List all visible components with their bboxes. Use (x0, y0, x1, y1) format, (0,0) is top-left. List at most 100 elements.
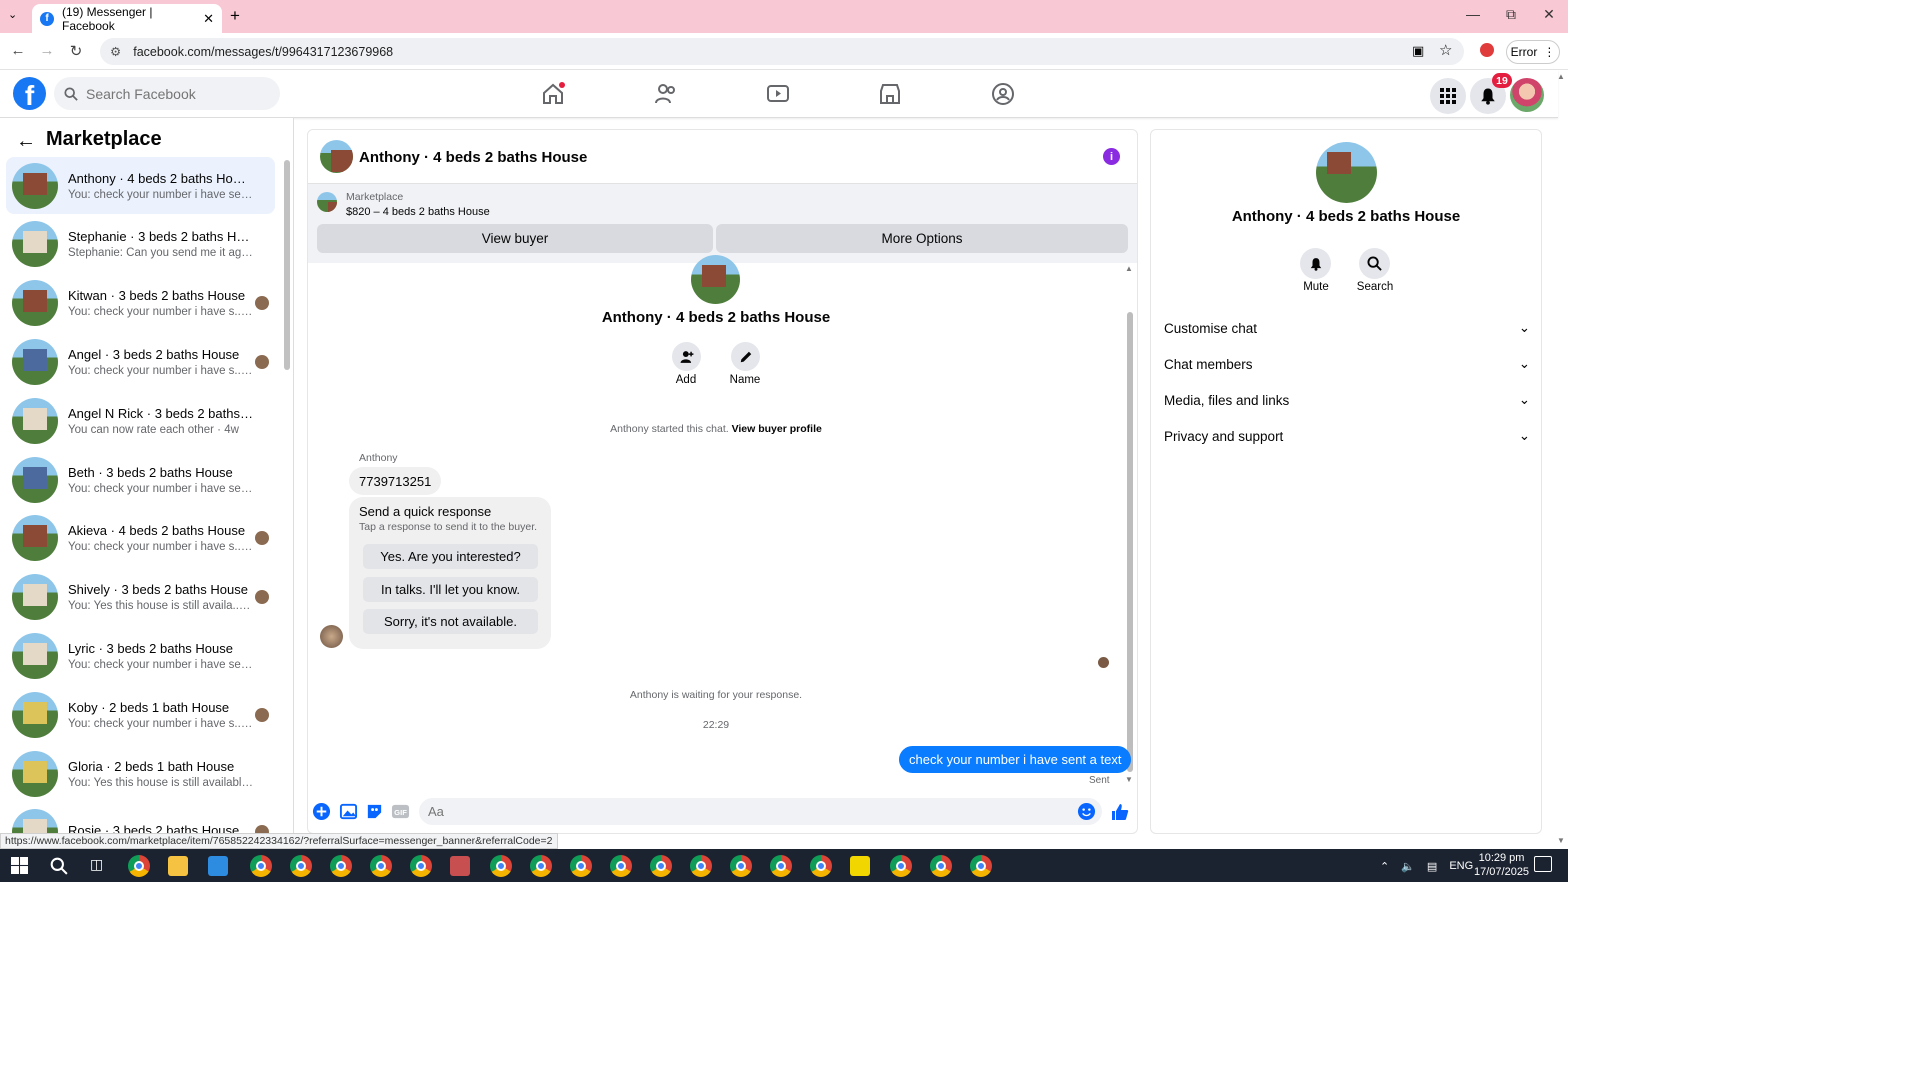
chrome-taskbar-icon[interactable] (370, 855, 392, 877)
chat-avatar[interactable] (320, 140, 353, 173)
message-input[interactable] (428, 804, 1068, 819)
page-scroll-down-icon[interactable]: ▼ (1557, 836, 1565, 845)
chrome-taskbar-icon[interactable] (610, 855, 632, 877)
search-input[interactable] (86, 85, 256, 102)
notification-center-icon[interactable] (1534, 856, 1552, 872)
calculator-icon[interactable] (208, 856, 228, 876)
maximize-window-icon[interactable]: ⧉ (1496, 6, 1526, 23)
tray-chevron-icon[interactable]: ⌃ (1380, 860, 1389, 873)
error-button[interactable]: Error ⋮ (1506, 40, 1560, 64)
bookmark-star-icon[interactable]: ☆ (1439, 41, 1452, 59)
tab-list-chevron-icon[interactable]: ⌄ (8, 8, 17, 21)
minimize-window-icon[interactable]: — (1458, 6, 1488, 22)
chrome-taskbar-icon[interactable] (970, 855, 992, 877)
sender-avatar[interactable] (320, 625, 343, 648)
page-scroll-up-icon[interactable]: ▲ (1557, 72, 1565, 81)
chrome-taskbar-icon[interactable] (128, 855, 150, 877)
emoji-icon[interactable] (1077, 802, 1096, 821)
speaker-icon[interactable]: 🔈 (1401, 860, 1415, 873)
quick-response-button[interactable]: Sorry, it's not available. (363, 609, 538, 634)
view-buyer-profile-link[interactable]: View buyer profile (732, 423, 822, 435)
incoming-message-bubble[interactable]: 7739713251 (349, 467, 442, 495)
windows-start-icon[interactable] (11, 857, 28, 874)
conversation-item[interactable]: Gloria · 2 beds 1 bath House You: Yes thi… (6, 745, 275, 802)
back-icon[interactable]: ← (8, 42, 28, 59)
close-window-icon[interactable]: ✕ (1534, 6, 1564, 23)
profile-icon[interactable] (1480, 43, 1494, 57)
facebook-logo-icon[interactable]: f (13, 77, 46, 110)
site-info-icon[interactable]: ⚙ (110, 44, 121, 59)
reload-icon[interactable]: ↻ (66, 42, 86, 60)
listing-thumbnail[interactable] (317, 192, 337, 212)
taskbar-search-icon[interactable] (50, 857, 68, 875)
gif-icon[interactable]: GIF (391, 802, 410, 821)
chrome-taskbar-icon[interactable] (330, 855, 352, 877)
app-icon[interactable] (450, 856, 470, 876)
scroll-down-icon[interactable]: ▼ (1125, 775, 1133, 784)
chrome-taskbar-icon[interactable] (890, 855, 912, 877)
chrome-taskbar-icon[interactable] (770, 855, 792, 877)
like-thumbs-up-icon[interactable] (1110, 802, 1130, 822)
chat-members-section[interactable]: Chat members ⌄ (1164, 356, 1530, 372)
conversation-item[interactable]: Anthony · 4 beds 2 baths House You: check… (6, 157, 275, 214)
conversation-item[interactable]: Koby · 2 beds 1 bath House You: check you… (6, 686, 275, 743)
quick-response-button[interactable]: Yes. Are you interested? (363, 544, 538, 569)
close-tab-icon[interactable]: ✕ (203, 11, 214, 27)
browser-tab-messenger[interactable]: f (19) Messenger | Facebook ✕ (32, 4, 222, 33)
view-buyer-button[interactable]: View buyer (317, 224, 713, 253)
mute-button[interactable] (1300, 248, 1331, 279)
more-options-button[interactable]: More Options (716, 224, 1128, 253)
menu-grid-button[interactable] (1430, 78, 1466, 114)
add-person-button[interactable] (672, 342, 701, 371)
conversation-item[interactable]: Akieva · 4 beds 2 baths House You: check … (6, 510, 275, 567)
chrome-taskbar-icon[interactable] (570, 855, 592, 877)
conversation-item[interactable]: Kitwan · 3 beds 2 baths House You: check … (6, 275, 275, 332)
quick-response-button[interactable]: In talks. I'll let you know. (363, 577, 538, 602)
chrome-taskbar-icon[interactable] (690, 855, 712, 877)
scroll-up-icon[interactable]: ▲ (1125, 264, 1133, 273)
chrome-taskbar-icon[interactable] (810, 855, 832, 877)
back-arrow-icon[interactable]: ← (16, 130, 36, 153)
sticker-icon[interactable] (365, 802, 384, 821)
profile-avatar[interactable] (691, 255, 740, 304)
customise-chat-section[interactable]: Customise chat ⌄ (1164, 320, 1530, 336)
groups-icon[interactable] (991, 82, 1015, 106)
chrome-taskbar-icon[interactable] (930, 855, 952, 877)
conversation-item[interactable]: Stephanie · 3 beds 2 baths House Stephani… (6, 216, 275, 273)
message-composer[interactable] (419, 798, 1102, 825)
chat-title[interactable]: Anthony · 4 beds 2 baths House (359, 149, 587, 166)
chrome-taskbar-icon[interactable] (530, 855, 552, 877)
network-icon[interactable]: ▤ (1427, 860, 1437, 873)
listing-price[interactable]: $820 – 4 beds 2 baths House (346, 206, 490, 218)
install-app-icon[interactable]: ▣ (1412, 43, 1424, 59)
friends-icon[interactable] (654, 82, 678, 106)
outgoing-message-bubble[interactable]: check your number i have sent a text (899, 746, 1132, 773)
marketplace-icon[interactable] (878, 82, 902, 106)
conversation-item[interactable]: Lyric · 3 beds 2 baths House You: check y… (6, 627, 275, 684)
conversation-item[interactable]: Angel N Rick · 3 beds 2 baths H... You ca… (6, 392, 275, 449)
address-bar[interactable]: ⚙ facebook.com/messages/t/99643171236799… (100, 38, 1464, 65)
chat-scrollbar[interactable] (1127, 312, 1133, 772)
plus-circle-icon[interactable] (312, 802, 331, 821)
info-icon[interactable]: i (1103, 148, 1120, 165)
folder-icon[interactable] (168, 856, 188, 876)
home-icon[interactable] (541, 82, 565, 106)
privacy-support-section[interactable]: Privacy and support ⌄ (1164, 428, 1530, 444)
edit-name-button[interactable] (731, 342, 760, 371)
chrome-taskbar-icon[interactable] (290, 855, 312, 877)
new-tab-icon[interactable]: + (230, 6, 240, 26)
video-icon[interactable] (766, 82, 790, 106)
chrome-taskbar-icon[interactable] (490, 855, 512, 877)
taskbar-clock[interactable]: 10:29 pm 17/07/2025 (1474, 851, 1529, 879)
conversation-item[interactable]: Beth · 3 beds 2 baths House You: check yo… (6, 451, 275, 508)
conversation-item[interactable]: Angel · 3 beds 2 baths House You: check y… (6, 333, 275, 390)
search-conversation-button[interactable] (1359, 248, 1390, 279)
chrome-taskbar-icon[interactable] (730, 855, 752, 877)
chrome-taskbar-icon[interactable] (410, 855, 432, 877)
sidebar-scrollbar[interactable] (284, 160, 290, 370)
forward-icon[interactable]: → (37, 42, 57, 59)
chrome-taskbar-icon[interactable] (250, 855, 272, 877)
details-avatar[interactable] (1316, 142, 1377, 203)
conversation-item[interactable]: Shively · 3 beds 2 baths House You: Yes t… (6, 569, 275, 626)
account-avatar[interactable] (1510, 78, 1544, 112)
